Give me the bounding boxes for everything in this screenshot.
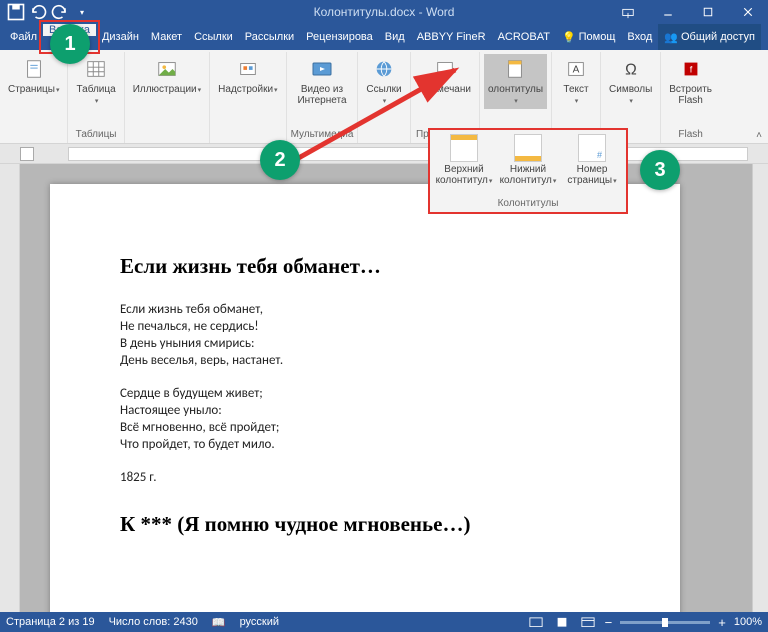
annotation-badge-3: 3 [640, 150, 680, 190]
group-links: Ссылки▾ [358, 52, 410, 143]
view-print-icon[interactable] [553, 615, 571, 629]
stanza-2: Сердце в будущем живет; Настоящее уныло:… [120, 385, 610, 453]
callout-group-label: Колонтитулы [430, 196, 626, 212]
omega-icon: Ω [618, 56, 644, 82]
poem-year: 1825 г. [120, 469, 610, 486]
document-scroll[interactable]: Если жизнь тебя обманет… Если жизнь тебя… [20, 164, 752, 612]
status-page[interactable]: Страница 2 из 19 [6, 616, 95, 628]
tab-design[interactable]: Дизайн [96, 24, 145, 50]
ribbon: Страницы▾ Таблица▾ Таблицы Иллюстрации▾ … [0, 50, 768, 144]
header-button[interactable]: Верхний колонтитул▾ [432, 134, 496, 196]
addins-icon [235, 56, 261, 82]
tab-abbyy[interactable]: ABBYY FineR [411, 24, 492, 50]
text-button[interactable]: A Текст▾ [556, 54, 596, 109]
tellme-button[interactable]: 💡Помощ [556, 24, 621, 50]
window-controls [608, 0, 768, 24]
tab-file[interactable]: Файл [4, 24, 43, 50]
video-icon [309, 56, 335, 82]
svg-text:A: A [573, 65, 580, 76]
tab-references[interactable]: Ссылки [188, 24, 239, 50]
svg-text:Ω: Ω [625, 62, 637, 79]
addins-button[interactable]: Надстройки▾ [214, 54, 281, 98]
illustrations-button[interactable]: Иллюстрации▾ [129, 54, 205, 98]
maximize-button[interactable] [688, 0, 728, 24]
document-page[interactable]: Если жизнь тебя обманет… Если жизнь тебя… [50, 184, 680, 612]
qat-more-icon[interactable]: ▾ [72, 2, 92, 22]
callout-headers-group: Верхний колонтитул▾ Нижний колонтитул▾ #… [428, 128, 628, 214]
annotation-badge-2: 2 [260, 140, 300, 180]
tab-selector[interactable] [20, 147, 34, 161]
group-tables: Таблица▾ Таблицы [68, 52, 124, 143]
textbox-icon: A [563, 56, 589, 82]
comment-icon [432, 56, 458, 82]
symbols-button[interactable]: Ω Символы▾ [605, 54, 656, 109]
comment-button[interactable]: Примечани [415, 54, 475, 97]
page-number-button[interactable]: # Номер страницы▾ [560, 134, 624, 196]
vertical-scrollbar[interactable] [752, 164, 768, 612]
zoom-slider[interactable] [620, 621, 710, 624]
link-icon [371, 56, 397, 82]
tab-acrobat[interactable]: ACROBAT [492, 24, 556, 50]
table-icon [83, 56, 109, 82]
titlebar: ▾ Колонтитулы.docx - Word [0, 0, 768, 24]
header-icon [450, 134, 478, 162]
group-media: Видео из Интернета Мультимедиа [287, 52, 359, 143]
flash-icon: f [678, 56, 704, 82]
status-language[interactable]: русский [240, 616, 279, 628]
login-button[interactable]: Вход [621, 24, 658, 50]
heading-poem-1: Если жизнь тебя обманет… [120, 254, 610, 279]
statusbar: Страница 2 из 19 Число слов: 2430 📖 русс… [0, 612, 768, 632]
tab-mailings[interactable]: Рассылки [239, 24, 300, 50]
share-button[interactable]: 👥Общий доступ [658, 24, 761, 50]
pagenum-icon: # [578, 134, 606, 162]
save-icon[interactable] [6, 2, 26, 22]
zoom-out-button[interactable]: − [605, 615, 613, 630]
headers-button[interactable]: олонтитулы▾ [484, 54, 547, 109]
page-icon [21, 56, 47, 82]
group-pages: Страницы▾ [0, 52, 68, 143]
headers-icon [502, 56, 528, 82]
table-button[interactable]: Таблица▾ [72, 54, 119, 109]
status-wordcount[interactable]: Число слов: 2430 [109, 616, 198, 628]
links-button[interactable]: Ссылки▾ [362, 54, 405, 109]
heading-poem-2: К *** (Я помню чудное мгновенье…) [120, 512, 610, 537]
pages-button[interactable]: Страницы▾ [4, 54, 63, 98]
picture-icon [154, 56, 180, 82]
group-illustrations: Иллюстрации▾ [125, 52, 210, 143]
ribbon-tabs: Файл Вставка Дизайн Макет Ссылки Рассылк… [0, 24, 768, 50]
group-flash: f Встроить Flash Flash [661, 52, 720, 143]
view-read-icon[interactable] [527, 615, 545, 629]
document-area: Если жизнь тебя обманет… Если жизнь тебя… [0, 164, 768, 612]
tab-review[interactable]: Рецензирова [300, 24, 379, 50]
window-title: Колонтитулы.docx - Word [314, 5, 455, 19]
collapse-ribbon-icon[interactable]: ˄ [754, 128, 764, 143]
tab-layout[interactable]: Макет [145, 24, 188, 50]
undo-icon[interactable] [28, 2, 48, 22]
status-spellcheck-icon[interactable]: 📖 [212, 616, 226, 629]
zoom-level[interactable]: 100% [734, 616, 762, 628]
minimize-button[interactable] [648, 0, 688, 24]
flash-button[interactable]: f Встроить Flash [665, 54, 716, 108]
quick-access-toolbar: ▾ [0, 2, 92, 22]
footer-button[interactable]: Нижний колонтитул▾ [496, 134, 560, 196]
zoom-in-button[interactable]: + [718, 615, 726, 630]
ruler-vertical[interactable] [0, 164, 20, 612]
online-video-button[interactable]: Видео из Интернета [293, 54, 350, 108]
stanza-1: Если жизнь тебя обманет, Не печалься, не… [120, 301, 610, 369]
redo-icon[interactable] [50, 2, 70, 22]
annotation-badge-1: 1 [50, 24, 90, 64]
footer-icon [514, 134, 542, 162]
ribbon-options-icon[interactable] [608, 0, 648, 24]
close-button[interactable] [728, 0, 768, 24]
view-web-icon[interactable] [579, 615, 597, 629]
tab-view[interactable]: Вид [379, 24, 411, 50]
group-addins: Надстройки▾ [210, 52, 286, 143]
